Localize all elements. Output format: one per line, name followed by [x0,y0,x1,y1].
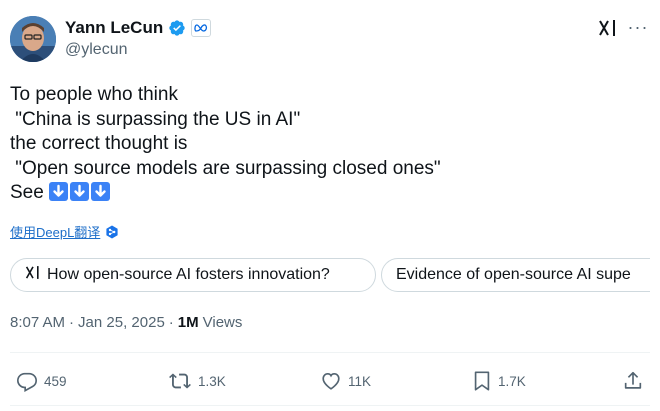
tweet-time[interactable]: 8:07 AM [10,314,65,331]
tweet-line: See [10,182,50,203]
display-name[interactable]: Yann LeCun [65,18,163,38]
like-button[interactable]: 11K [320,366,371,396]
tweet-line: "China is surpassing the US in AI" [10,108,301,130]
down-arrow-emoji-icon [91,182,111,201]
down-arrow-emoji-icon [49,182,69,201]
tweet-text: To people who think "China is surpassing… [10,83,650,206]
repost-count: 1.3K [198,373,226,389]
grok-icon [25,265,41,285]
views-count[interactable]: 1M [178,314,199,331]
translate-link[interactable]: 使用DeepL翻译 [10,222,119,241]
author-handle[interactable]: @ylecun [65,41,128,59]
tweet-header: Yann LeCun @ylecun ··· [10,14,650,64]
bookmark-button[interactable]: 1.7K [472,366,526,396]
grok-suggestion-label: How open-source AI fosters innovation? [47,266,330,283]
divider [10,352,650,353]
repost-button[interactable]: 1.3K [168,366,226,396]
down-arrow-emoji-icon [70,182,90,201]
heart-icon [320,370,342,392]
tweet-meta: 8:07 AM · Jan 25, 2025 · 1M Views [10,314,242,331]
share-icon [622,370,644,392]
reply-icon [16,370,38,392]
grok-suggestion-chip[interactable]: How open-source AI fosters innovation? [10,258,376,292]
grok-icon[interactable] [596,16,620,40]
bookmark-icon [472,370,492,392]
separator: · [168,314,174,331]
tweet-line-last: See [10,181,650,206]
meta-logo-icon[interactable] [191,19,212,37]
like-count: 11K [348,373,372,389]
share-button[interactable] [622,366,644,396]
grok-suggestion-label: Evidence of open-source AI supe [396,266,631,283]
grok-suggestion-chip[interactable]: Evidence of open-source AI supe [381,258,650,292]
reply-count: 459 [44,373,67,389]
tweet-line: To people who think [10,84,178,105]
tweet-line: the correct thought is [10,133,188,154]
action-bar: 459 1.3K 11K 1.7K [10,366,650,396]
views-label: Views [202,314,243,331]
translate-label[interactable]: 使用DeepL翻译 [10,222,100,241]
divider [10,405,650,406]
avatar[interactable] [10,16,56,62]
tweet-date[interactable]: Jan 25, 2025 [78,314,165,331]
separator: · [69,314,75,331]
more-options-icon[interactable]: ··· [626,18,650,36]
verified-badge-icon [168,19,186,37]
name-row: Yann LeCun [65,18,212,38]
deepl-icon [105,225,119,239]
grok-suggestions: How open-source AI fosters innovation? E… [10,258,650,292]
bookmark-count: 1.7K [498,373,526,389]
repost-icon [168,370,192,392]
tweet-line: "Open source models are surpassing close… [10,157,441,179]
reply-button[interactable]: 459 [16,366,67,396]
